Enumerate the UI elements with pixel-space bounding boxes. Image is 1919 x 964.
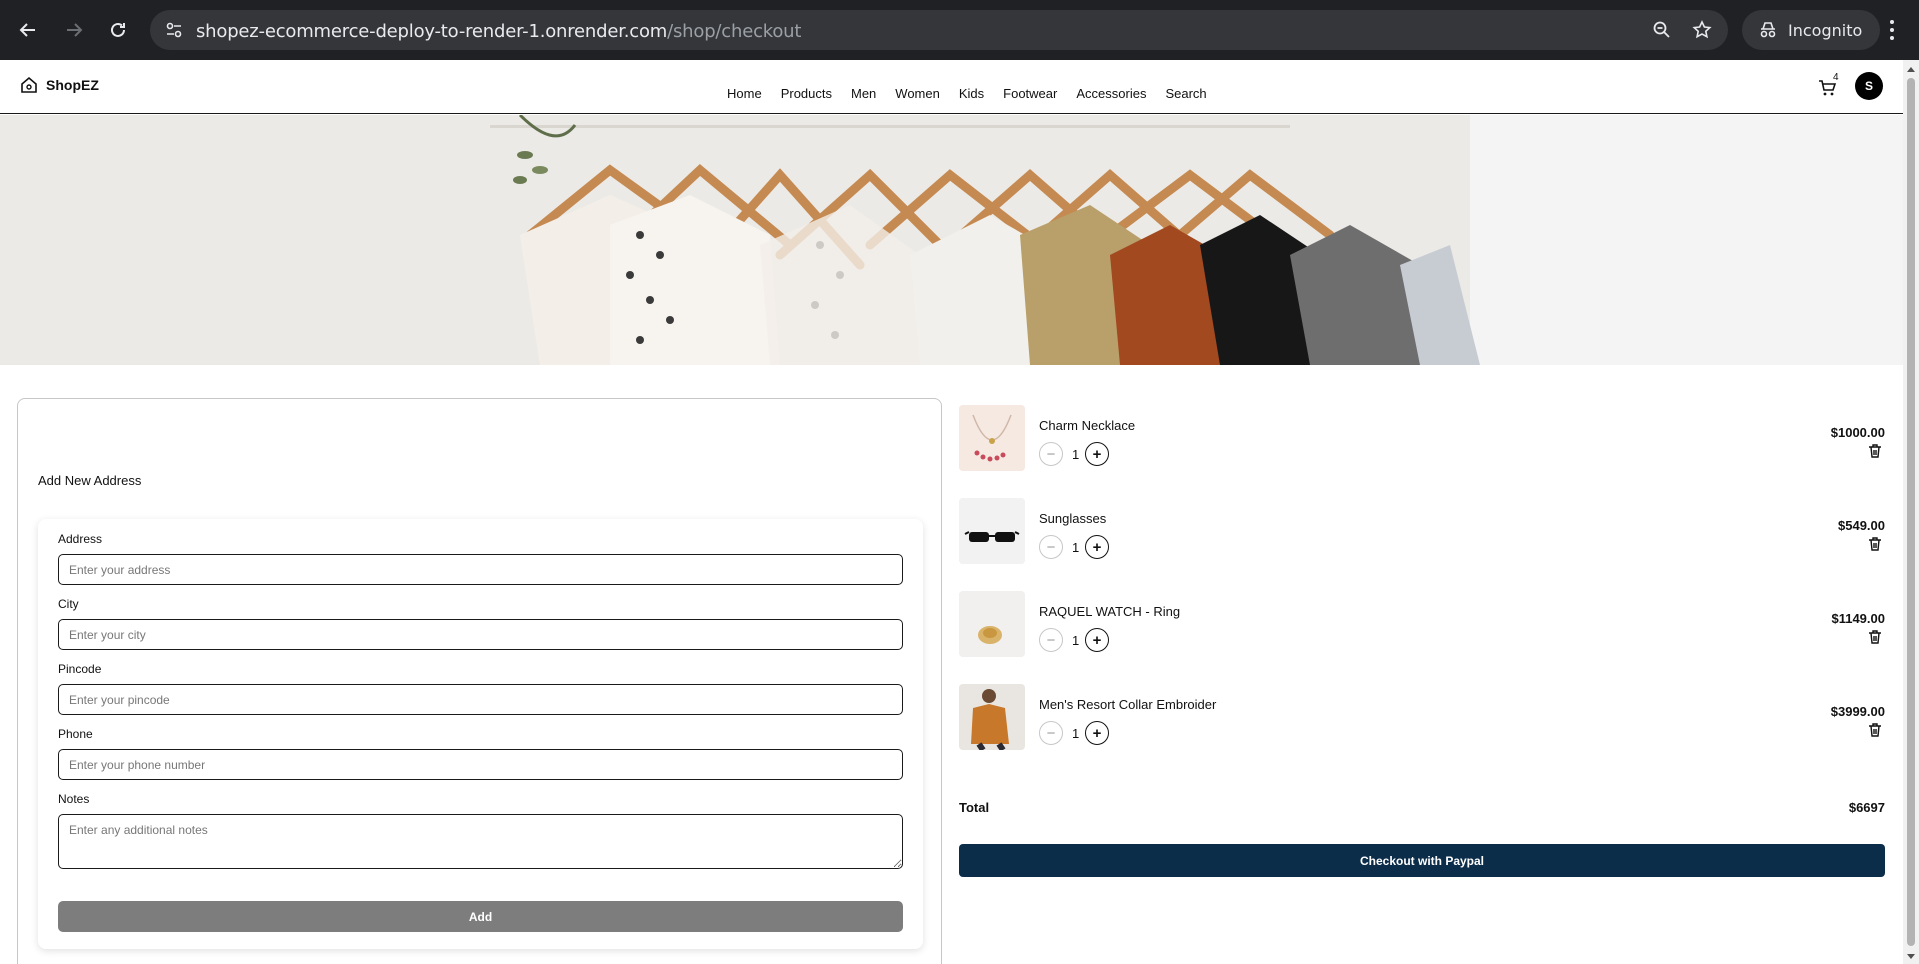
pincode-input[interactable] bbox=[58, 684, 903, 715]
minus-icon: − bbox=[1046, 538, 1056, 556]
minus-icon: − bbox=[1046, 631, 1056, 649]
scroll-down-arrow-icon[interactable] bbox=[1907, 954, 1915, 959]
decrease-quantity-button[interactable]: − bbox=[1039, 442, 1063, 466]
bookmark-star-icon[interactable] bbox=[1692, 20, 1712, 40]
back-button[interactable] bbox=[14, 16, 42, 44]
item-price: $1149.00 bbox=[1831, 611, 1885, 626]
city-input[interactable] bbox=[58, 619, 903, 650]
forward-button[interactable] bbox=[60, 16, 88, 44]
decrease-quantity-button[interactable]: − bbox=[1039, 628, 1063, 652]
nav-accessories[interactable]: Accessories bbox=[1076, 86, 1146, 101]
increase-quantity-button[interactable]: + bbox=[1085, 628, 1109, 652]
site-header: ShopEZ Home Products Men Women Kids Foot… bbox=[0, 60, 1903, 114]
scrollbar-thumb[interactable] bbox=[1907, 78, 1915, 946]
url-text: shopez-ecommerce-deploy-to-render-1.onre… bbox=[196, 21, 802, 42]
product-thumbnail[interactable] bbox=[959, 405, 1025, 471]
item-price: $3999.00 bbox=[1830, 704, 1885, 719]
cart-item: Charm Necklace − 1 + $1000.00 bbox=[959, 405, 1885, 473]
item-quantity: 1 bbox=[1072, 447, 1080, 462]
page-scrollbar[interactable] bbox=[1903, 60, 1919, 964]
incognito-label: Incognito bbox=[1788, 20, 1863, 40]
cart-count-badge: 4 bbox=[1833, 72, 1839, 83]
item-price: $1000.00 bbox=[1830, 425, 1885, 440]
minus-icon: − bbox=[1046, 724, 1056, 742]
product-thumbnail[interactable] bbox=[959, 498, 1025, 564]
arrow-right-icon bbox=[67, 23, 83, 37]
decrease-quantity-button[interactable]: − bbox=[1039, 721, 1063, 745]
reload-button[interactable] bbox=[104, 16, 132, 44]
notes-textarea[interactable] bbox=[58, 814, 903, 869]
phone-label: Phone bbox=[58, 727, 93, 741]
increase-quantity-button[interactable]: + bbox=[1085, 721, 1109, 745]
browser-toolbar: shopez-ecommerce-deploy-to-render-1.onre… bbox=[0, 0, 1919, 60]
decrease-quantity-button[interactable]: − bbox=[1039, 535, 1063, 559]
scroll-up-arrow-icon[interactable] bbox=[1907, 67, 1915, 72]
page-viewport: ShopEZ Home Products Men Women Kids Foot… bbox=[0, 60, 1903, 964]
cart-item: RAQUEL WATCH - Ring − 1 + $1149.00 bbox=[959, 591, 1885, 659]
total-value: $6697 bbox=[1848, 800, 1885, 815]
item-price: $549.00 bbox=[1838, 518, 1885, 533]
nav-home[interactable]: Home bbox=[727, 86, 762, 101]
hero-banner-image bbox=[0, 115, 1903, 365]
plus-icon: + bbox=[1092, 445, 1102, 463]
nav-men[interactable]: Men bbox=[851, 86, 876, 101]
minus-icon: − bbox=[1046, 445, 1056, 463]
plus-icon: + bbox=[1092, 724, 1102, 742]
item-quantity: 1 bbox=[1072, 540, 1080, 555]
increase-quantity-button[interactable]: + bbox=[1085, 535, 1109, 559]
site-settings-icon[interactable] bbox=[164, 20, 184, 40]
trash-icon[interactable] bbox=[1867, 443, 1883, 459]
product-thumbnail[interactable] bbox=[959, 591, 1025, 657]
notes-label: Notes bbox=[58, 792, 90, 806]
address-form: Address City Pincode Phone Notes Add bbox=[38, 519, 923, 949]
total-label: Total bbox=[959, 800, 990, 815]
nav-footwear[interactable]: Footwear bbox=[1003, 86, 1057, 101]
address-card: Add New Address Address City Pincode Pho… bbox=[17, 398, 942, 964]
item-quantity: 1 bbox=[1072, 633, 1080, 648]
add-address-button[interactable]: Add bbox=[58, 901, 903, 932]
address-label: Address bbox=[58, 532, 103, 546]
item-quantity: 1 bbox=[1072, 726, 1080, 741]
home-icon bbox=[21, 76, 37, 93]
item-name[interactable]: Charm Necklace bbox=[1039, 418, 1135, 433]
reload-icon bbox=[111, 22, 125, 37]
incognito-indicator[interactable]: Incognito bbox=[1742, 10, 1880, 50]
nav-search[interactable]: Search bbox=[1165, 86, 1206, 101]
brand-logo[interactable]: ShopEZ bbox=[20, 76, 99, 94]
pincode-label: Pincode bbox=[58, 662, 102, 676]
plus-icon: + bbox=[1092, 631, 1102, 649]
product-thumbnail[interactable] bbox=[959, 684, 1025, 750]
browser-menu-icon[interactable] bbox=[1888, 18, 1896, 42]
trash-icon[interactable] bbox=[1867, 629, 1883, 645]
incognito-icon bbox=[1760, 22, 1776, 38]
cart-item: Men's Resort Collar Embroider − 1 + $399… bbox=[959, 684, 1885, 752]
item-name[interactable]: Men's Resort Collar Embroider bbox=[1039, 697, 1216, 712]
increase-quantity-button[interactable]: + bbox=[1085, 442, 1109, 466]
brand-name: ShopEZ bbox=[46, 77, 99, 93]
avatar[interactable]: S bbox=[1855, 72, 1883, 100]
trash-icon[interactable] bbox=[1867, 722, 1883, 738]
arrow-left-icon bbox=[19, 23, 35, 37]
item-name[interactable]: RAQUEL WATCH - Ring bbox=[1039, 604, 1180, 619]
checkout-paypal-button[interactable]: Checkout with Paypal bbox=[959, 844, 1885, 877]
add-address-title: Add New Address bbox=[38, 473, 142, 488]
address-input[interactable] bbox=[58, 554, 903, 585]
address-bar[interactable]: shopez-ecommerce-deploy-to-render-1.onre… bbox=[150, 10, 1728, 50]
cart-item: Sunglasses − 1 + $549.00 bbox=[959, 498, 1885, 566]
plus-icon: + bbox=[1092, 538, 1102, 556]
trash-icon[interactable] bbox=[1867, 536, 1883, 552]
nav-women[interactable]: Women bbox=[895, 86, 940, 101]
zoom-icon[interactable] bbox=[1652, 20, 1672, 40]
city-label: City bbox=[58, 597, 79, 611]
main-nav: Home Products Men Women Kids Footwear Ac… bbox=[727, 86, 1226, 101]
nav-products[interactable]: Products bbox=[781, 86, 832, 101]
phone-input[interactable] bbox=[58, 749, 903, 780]
nav-kids[interactable]: Kids bbox=[959, 86, 984, 101]
item-name[interactable]: Sunglasses bbox=[1039, 511, 1106, 526]
